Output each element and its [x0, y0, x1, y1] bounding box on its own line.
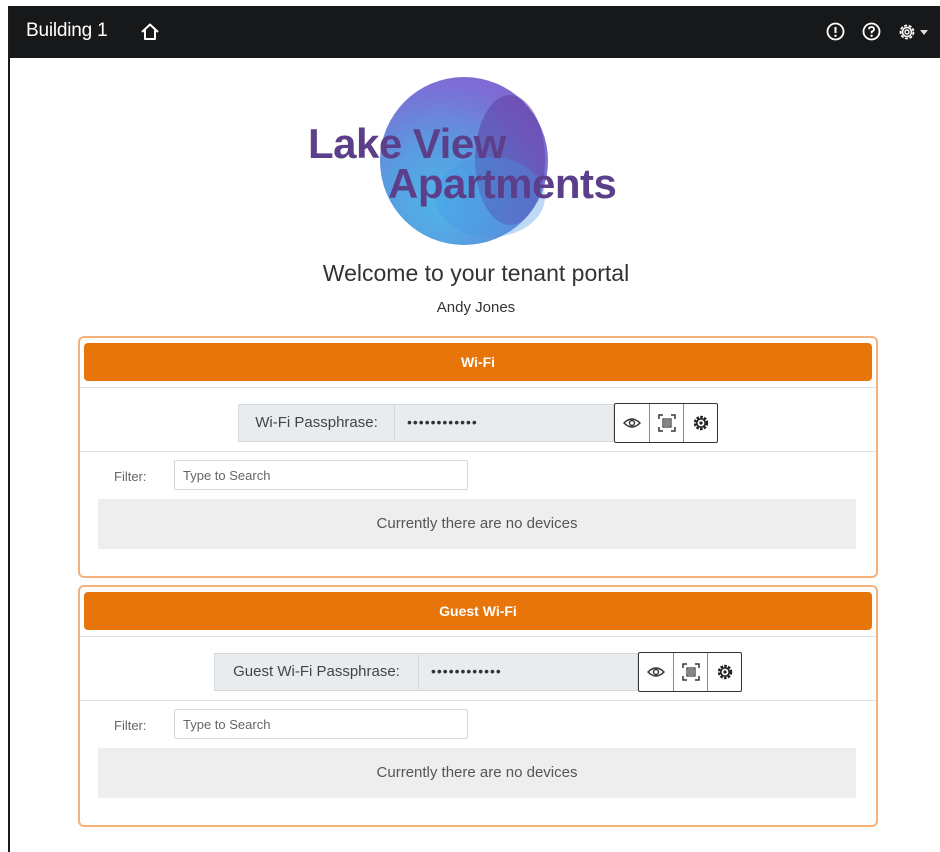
qr-code-button[interactable]: [649, 404, 683, 442]
guest-qr-code-button[interactable]: [673, 653, 707, 691]
show-guest-passphrase-button[interactable]: [639, 653, 673, 691]
show-passphrase-button[interactable]: [615, 404, 649, 442]
wifi-filter-label: Filter:: [114, 469, 147, 484]
eye-icon: [623, 418, 641, 428]
gear-icon: [693, 415, 708, 431]
eye-icon: [647, 667, 665, 677]
tenant-name: Andy Jones: [436, 299, 516, 316]
qr-code-icon: [681, 663, 700, 681]
guest-wifi-passphrase-group: Guest Wi-Fi Passphrase: ••••••••••••: [214, 652, 742, 692]
guest-wifi-filter-input[interactable]: [174, 709, 468, 739]
guest-wifi-passphrase-value[interactable]: ••••••••••••: [418, 653, 638, 691]
wifi-passphrase-value[interactable]: ••••••••••••: [394, 404, 614, 442]
wifi-passphrase-group: Wi-Fi Passphrase: ••••••••••••: [238, 403, 718, 443]
guest-passphrase-settings-button[interactable]: [707, 653, 741, 691]
welcome-heading: Welcome to your tenant portal: [322, 260, 630, 286]
wifi-card-header: Wi-Fi: [84, 343, 872, 381]
guest-wifi-filter-label: Filter:: [114, 718, 147, 733]
logo-text-line2: Apartments: [388, 160, 617, 207]
top-navbar: Building 1: [10, 6, 940, 58]
app-frame: Building 1 Lake View Apartments Welcome …: [8, 6, 940, 852]
wifi-passphrase-actions: [614, 403, 718, 443]
help-icon[interactable]: [861, 21, 882, 42]
guest-wifi-card: Guest Wi-Fi Guest Wi-Fi Passphrase: ••••…: [78, 585, 878, 827]
guest-wifi-passphrase-label: Guest Wi-Fi Passphrase:: [214, 653, 418, 691]
qr-code-icon: [657, 414, 676, 432]
wifi-passphrase-label: Wi-Fi Passphrase:: [238, 404, 394, 442]
wifi-devices-empty: Currently there are no devices: [98, 499, 856, 549]
chevron-down-icon: [920, 30, 928, 35]
guest-wifi-card-header: Guest Wi-Fi: [84, 592, 872, 630]
guest-wifi-devices-empty: Currently there are no devices: [98, 748, 856, 798]
gear-icon: [717, 664, 732, 680]
wifi-card: Wi-Fi Wi-Fi Passphrase: •••••••••••• Fil…: [78, 336, 878, 578]
home-icon[interactable]: [139, 21, 161, 43]
gear-icon: [899, 24, 915, 40]
passphrase-settings-button[interactable]: [683, 404, 717, 442]
wifi-filter-input[interactable]: [174, 460, 468, 490]
alert-icon[interactable]: [825, 21, 846, 42]
settings-menu[interactable]: [896, 19, 936, 45]
lake-view-logo: Lake View Apartments: [300, 74, 640, 252]
building-title[interactable]: Building 1: [26, 20, 108, 42]
guest-wifi-passphrase-actions: [638, 652, 742, 692]
